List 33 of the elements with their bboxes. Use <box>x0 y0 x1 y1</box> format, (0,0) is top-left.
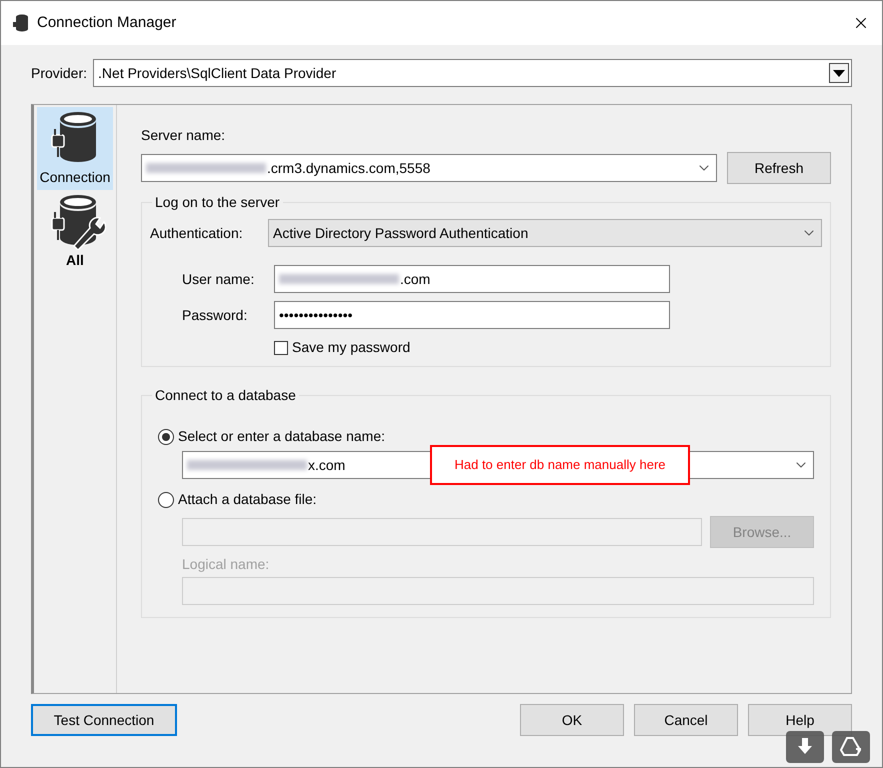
authentication-dropdown[interactable]: Active Directory Password Authentication <box>268 219 822 247</box>
dialog-button[interactable]: OK <box>520 704 624 736</box>
sidebar-item[interactable]: Connection <box>37 107 113 190</box>
sidebar-item[interactable]: All <box>37 190 113 273</box>
field-label: Logical name: <box>182 555 270 574</box>
input-field[interactable] <box>182 577 814 605</box>
database-icon <box>13 14 29 32</box>
radio-label: Select or enter a database name: <box>178 427 386 446</box>
window-title: Connection Manager <box>37 12 176 33</box>
dialog-button[interactable]: Cancel <box>634 704 738 736</box>
radio-button[interactable] <box>158 492 174 508</box>
checkbox[interactable] <box>274 340 288 354</box>
group-title: Connect to a database <box>154 386 297 405</box>
group-title: Log on to the server <box>154 193 281 212</box>
input-field[interactable]: .com <box>274 265 670 293</box>
radio-label: Attach a database file: <box>178 490 317 509</box>
provider-label: Provider: <box>31 64 88 82</box>
dialog-button[interactable]: Test Connection <box>31 704 177 736</box>
field-label: User name: <box>181 270 256 288</box>
server-name-label: Server name: <box>141 126 226 145</box>
download-icon[interactable] <box>786 731 824 763</box>
field-label: Password: <box>181 306 248 324</box>
drive-icon[interactable] <box>832 731 870 763</box>
dialog-button[interactable]: Refresh <box>727 152 831 184</box>
provider-dropdown[interactable]: .Net Providers\SqlClient Data Provider <box>93 59 852 87</box>
annotation-tooltip: Had to enter db name manually here <box>430 445 690 485</box>
input-field[interactable]: ••••••••••••••• <box>274 301 670 329</box>
input-field[interactable] <box>182 518 702 546</box>
field-label: Authentication: <box>150 224 244 242</box>
radio-button[interactable] <box>158 428 174 444</box>
checkbox-label: Save my password <box>292 338 410 357</box>
dialog-button[interactable]: Help <box>748 704 852 736</box>
server-name-combobox[interactable]: .crm3.dynamics.com,5558 <box>141 154 717 182</box>
